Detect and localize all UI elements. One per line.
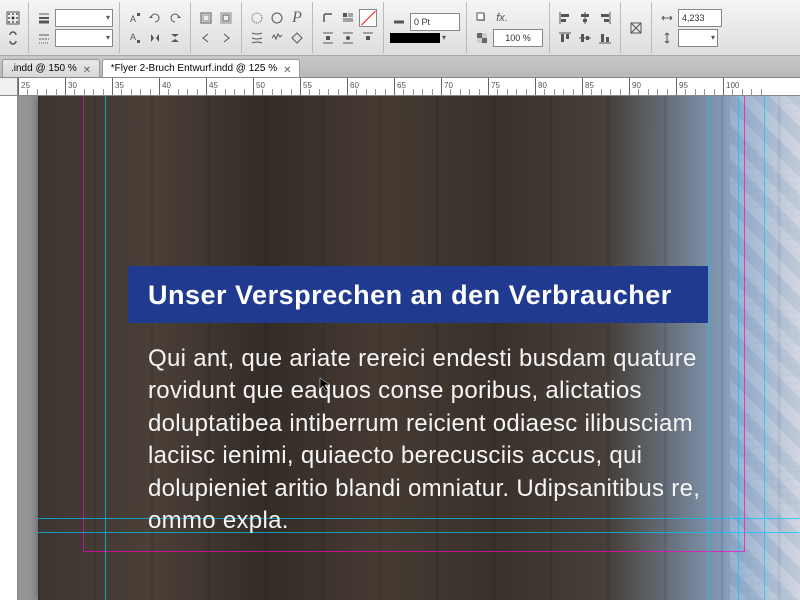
- text-wrap-bounding-icon[interactable]: [319, 29, 337, 47]
- roughen-icon[interactable]: [268, 29, 286, 47]
- convert-point-icon[interactable]: [288, 29, 306, 47]
- cursor-icon: [318, 376, 334, 397]
- svg-text:A: A: [130, 14, 136, 24]
- document-tab-0[interactable]: .indd @ 150 % ✕: [2, 59, 100, 77]
- stroke-weight-field[interactable]: 0 Pt: [410, 13, 460, 31]
- select-container-icon[interactable]: [197, 9, 215, 27]
- align-bottom-edges-icon[interactable]: [596, 29, 614, 47]
- opacity-field[interactable]: 100 %: [493, 29, 543, 47]
- body-text[interactable]: Qui ant, que ariate rereici endesti busd…: [128, 323, 708, 537]
- text-wrap-jump-icon[interactable]: [359, 29, 377, 47]
- superscript-icon[interactable]: A: [126, 9, 144, 27]
- select-content-icon[interactable]: [217, 9, 235, 27]
- horizontal-ruler[interactable]: 253035404550556065707580859095100: [0, 78, 800, 96]
- document-tabs: .indd @ 150 % ✕ *Flyer 2-Bruch Entwurf.i…: [0, 56, 800, 78]
- paragraph-icon[interactable]: P: [288, 9, 306, 27]
- drop-shadow-icon[interactable]: [473, 9, 491, 27]
- stroke-weight-dropdown[interactable]: [55, 9, 113, 27]
- text-wrap-none-icon[interactable]: [359, 9, 377, 27]
- ellipse-icon[interactable]: [268, 9, 286, 27]
- canvas[interactable]: Unser Versprechen an den Verbraucher Qui…: [18, 96, 800, 600]
- rotate-90-cw-icon[interactable]: [166, 9, 184, 27]
- guide-vertical[interactable]: [708, 96, 709, 600]
- width-icon: [658, 9, 676, 27]
- height-field[interactable]: [678, 29, 718, 47]
- height-icon: [658, 29, 676, 47]
- guide-vertical[interactable]: [738, 96, 739, 600]
- tab-label-0: .indd @ 150 %: [11, 63, 77, 74]
- corner-options-icon[interactable]: [319, 9, 337, 27]
- stroke-weight-icon: [35, 9, 53, 27]
- page: Unser Versprechen an den Verbraucher Qui…: [38, 96, 800, 600]
- align-left-edges-icon[interactable]: [556, 9, 574, 27]
- vertical-ruler[interactable]: [0, 96, 18, 600]
- stroke-type-swatch[interactable]: [390, 33, 440, 43]
- guide-vertical[interactable]: [764, 96, 765, 600]
- frame-fit-icon[interactable]: [627, 19, 645, 37]
- tab-label-1: *Flyer 2-Bruch Entwurf.indd @ 125 %: [111, 63, 277, 74]
- opacity-icon: [473, 29, 491, 47]
- stroke-weight-value: 0 Pt: [414, 17, 430, 27]
- close-icon[interactable]: ✕: [283, 65, 291, 73]
- effects-icon[interactable]: fx.: [493, 9, 511, 27]
- align-top-edges-icon[interactable]: [556, 29, 574, 47]
- opacity-value: 100 %: [505, 33, 531, 43]
- text-wrap-left-icon[interactable]: [339, 9, 357, 27]
- document-tab-1[interactable]: *Flyer 2-Bruch Entwurf.indd @ 125 % ✕: [102, 59, 300, 77]
- rotate-90-ccw-icon[interactable]: [146, 9, 164, 27]
- ellipse-dotted-icon[interactable]: [248, 9, 266, 27]
- flip-vertical-icon[interactable]: [166, 29, 184, 47]
- control-panel: A A P: [0, 0, 800, 56]
- close-icon[interactable]: ✕: [83, 65, 91, 73]
- align-right-edges-icon[interactable]: [596, 9, 614, 27]
- select-next-icon[interactable]: [217, 29, 235, 47]
- flip-horizontal-icon[interactable]: [146, 29, 164, 47]
- align-center-h-icon[interactable]: [576, 9, 594, 27]
- select-prev-icon[interactable]: [197, 29, 215, 47]
- text-wrap-object-icon[interactable]: [339, 29, 357, 47]
- stroke-weight-icon2: [390, 13, 408, 31]
- text-frame[interactable]: Unser Versprechen an den Verbraucher Qui…: [128, 266, 708, 537]
- chain-constrain-icon[interactable]: [4, 29, 22, 47]
- reference-point-icon[interactable]: [4, 9, 22, 27]
- guide-vertical[interactable]: [105, 96, 106, 600]
- document-workspace: Unser Versprechen an den Verbraucher Qui…: [0, 96, 800, 600]
- align-center-v-icon[interactable]: [576, 29, 594, 47]
- stroke-style-dropdown[interactable]: [55, 29, 113, 47]
- svg-text:A: A: [130, 32, 136, 42]
- heading-text[interactable]: Unser Versprechen an den Verbraucher: [128, 266, 708, 323]
- width-value: 4,233: [682, 13, 705, 23]
- width-field[interactable]: 4,233: [678, 9, 722, 27]
- stroke-style-icon: [35, 29, 53, 47]
- subscript-icon[interactable]: A: [126, 29, 144, 47]
- ruler-origin[interactable]: [0, 78, 18, 96]
- warp-grid-icon[interactable]: [248, 29, 266, 47]
